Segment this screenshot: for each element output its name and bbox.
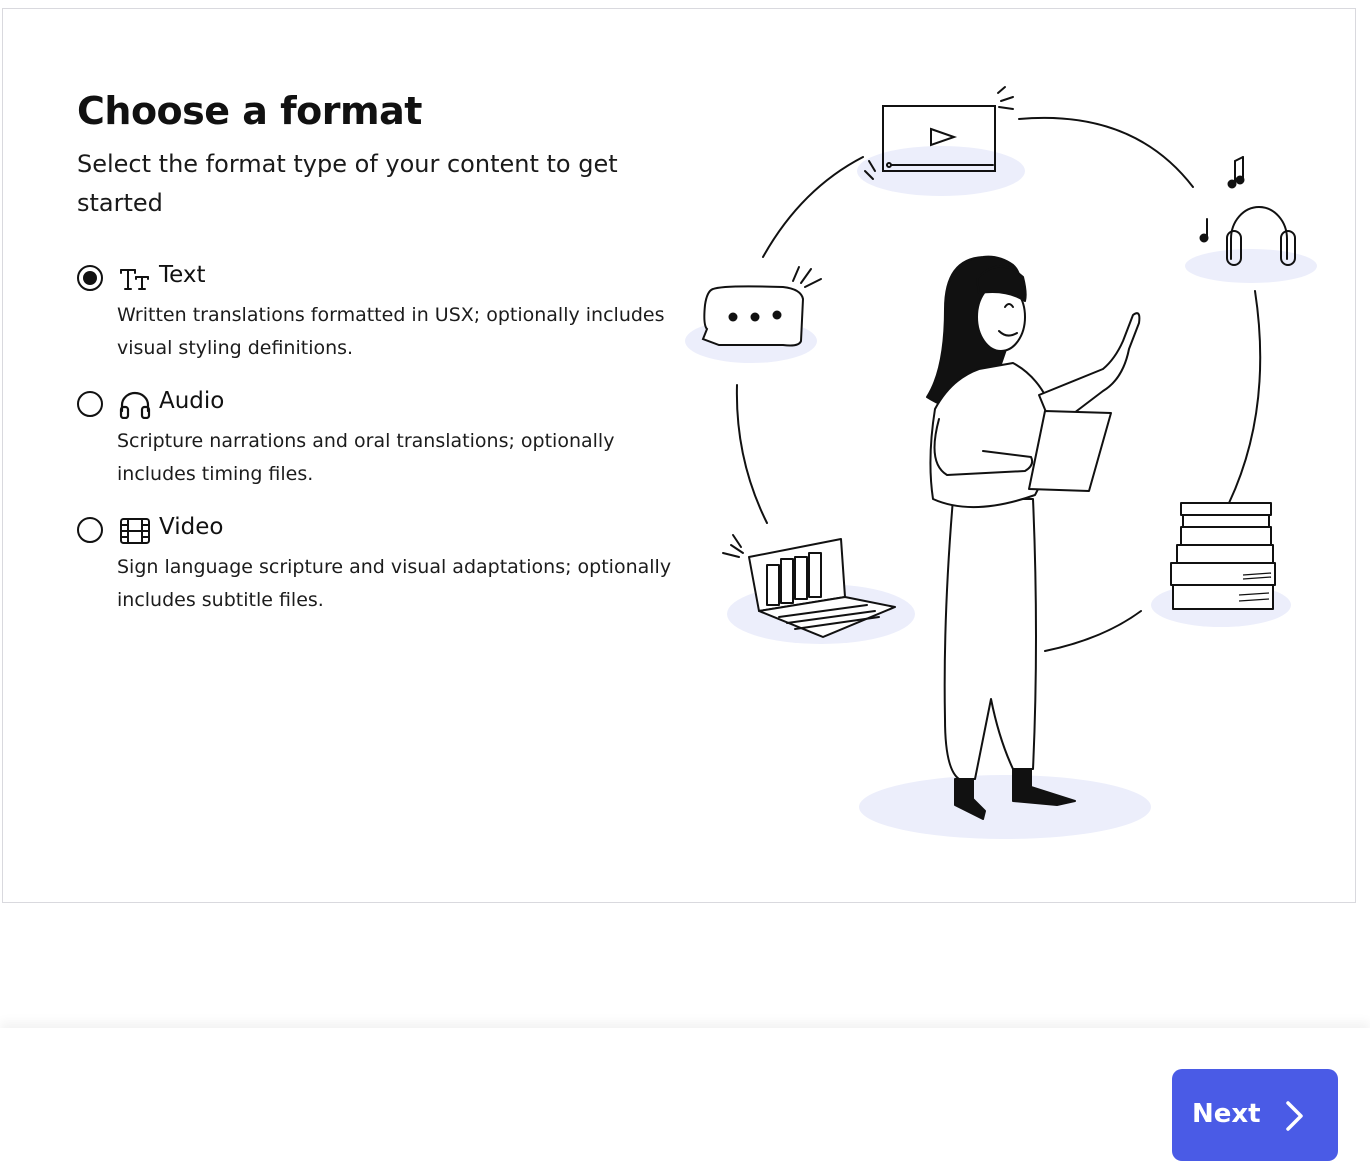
format-option-label: Text (159, 262, 206, 288)
footer-bar (0, 1028, 1370, 1170)
radio-audio[interactable] (77, 391, 103, 417)
format-card: Choose a format Select the format type o… (2, 8, 1356, 903)
radio-video[interactable] (77, 517, 103, 543)
page-title: Choose a format (77, 89, 422, 133)
page-subtitle: Select the format type of your content t… (77, 150, 618, 217)
format-illustration (685, 86, 1317, 839)
person-illustration (926, 255, 1141, 820)
text-size-icon (119, 265, 151, 293)
format-option-label: Audio (159, 388, 225, 414)
book-stack-illustration (1170, 502, 1276, 610)
film-icon (119, 517, 151, 545)
next-button-label: Next (1192, 1099, 1261, 1129)
headphones-illustration (1199, 156, 1296, 266)
format-option-description: Written translations formatted in USX; o… (117, 304, 665, 359)
headphones-icon (119, 391, 151, 420)
video-player-icon (864, 86, 1014, 180)
next-button[interactable]: Next (1172, 1069, 1338, 1161)
chevron-right-icon (1284, 1100, 1306, 1132)
format-option-description: Scripture narrations and oral translatio… (117, 430, 615, 485)
format-option-description: Sign language scripture and visual adapt… (117, 556, 672, 611)
radio-text[interactable] (77, 265, 103, 291)
format-option-label: Video (159, 514, 224, 540)
